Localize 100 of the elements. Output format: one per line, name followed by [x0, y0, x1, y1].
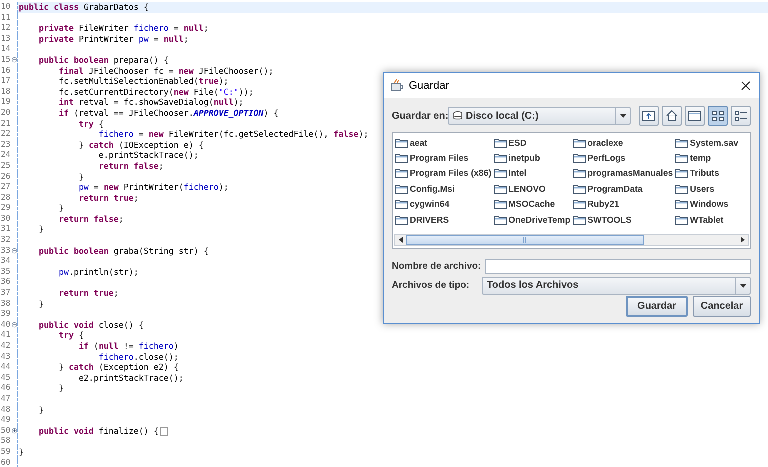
scrollbar-thumb[interactable] — [406, 235, 644, 245]
line-number: 37 — [0, 288, 12, 299]
collapse-icon[interactable] — [12, 322, 17, 328]
details-view-button[interactable] — [731, 106, 751, 126]
folder-name[interactable]: temp — [690, 153, 712, 164]
keyword: private — [38, 34, 74, 44]
folder-name[interactable]: ESD — [508, 138, 527, 148]
line-number: 28 — [0, 192, 12, 204]
keyword: new — [148, 129, 164, 140]
folder-name[interactable]: programasManuales — [588, 168, 674, 178]
line-number: 45 — [0, 372, 12, 384]
folder-name[interactable]: Tributs — [690, 168, 720, 178]
folder-name[interactable]: LENOVO — [508, 184, 546, 194]
line-number: 15 — [0, 54, 12, 66]
line-number: 34 — [0, 256, 12, 267]
folder-name[interactable]: Program Files (x86) — [410, 168, 492, 178]
save-button[interactable]: Guardar — [626, 296, 688, 317]
folded-code-icon[interactable] — [160, 426, 168, 436]
folder-icon — [572, 199, 586, 210]
list-view-button[interactable] — [708, 106, 728, 126]
code-text: e.printStackTrace(); — [98, 150, 199, 160]
close-button[interactable] — [739, 78, 753, 92]
folder-name[interactable]: inetpub — [508, 153, 540, 164]
line-number: 21 — [0, 118, 12, 130]
line-number: 12 — [0, 23, 12, 34]
folder-name[interactable]: Windows — [690, 199, 729, 210]
line-number: 47 — [0, 394, 12, 405]
folder-name[interactable]: Users — [690, 184, 715, 194]
line-number: 49 — [0, 415, 12, 426]
folder-name[interactable]: OneDriveTemp — [508, 214, 571, 225]
folder-name[interactable]: Ruby21 — [588, 199, 620, 210]
folder-name[interactable]: DRIVERS — [410, 214, 450, 225]
line-number: 43 — [0, 352, 12, 362]
folder-icon — [572, 214, 586, 225]
right-arrow-icon[interactable] — [740, 237, 744, 243]
list-view-icon — [710, 108, 726, 124]
folder-icon — [494, 153, 507, 164]
collapse-icon[interactable] — [12, 248, 17, 254]
string-literal: "C:" — [218, 86, 239, 97]
code-text: } — [78, 172, 84, 182]
code-text: } — [38, 298, 44, 309]
code-text: ; — [134, 192, 139, 203]
folder-name[interactable]: cygwin64 — [410, 199, 450, 210]
keyword: null — [98, 341, 119, 351]
line-number: 11 — [0, 12, 12, 24]
keyword: return true — [58, 288, 114, 298]
field-name: pw — [78, 182, 89, 192]
code-text: prepara() { — [112, 54, 169, 65]
keyword: return false — [98, 160, 159, 171]
line-number: 17 — [0, 76, 12, 87]
folder-name[interactable]: MSOCache — [508, 199, 556, 210]
folder-icon — [395, 214, 408, 225]
up-folder-button[interactable] — [639, 106, 659, 126]
code-text: ); — [218, 76, 229, 86]
line-number: 22 — [0, 129, 12, 140]
folder-name[interactable]: Program Files — [410, 153, 469, 164]
folder-name[interactable]: aeat — [410, 138, 428, 148]
keyword: public void — [38, 320, 94, 330]
code-text: close() { — [98, 320, 144, 330]
folder-icon — [494, 199, 507, 210]
expand-icon[interactable] — [12, 428, 17, 434]
line-number: 35 — [0, 266, 12, 278]
code-text: (Exception e2) { — [98, 362, 179, 372]
cancel-button[interactable]: Cancelar — [693, 296, 751, 317]
collapse-icon[interactable] — [12, 57, 17, 64]
horizontal-scrollbar[interactable] — [394, 234, 749, 246]
line-number: 48 — [0, 404, 12, 416]
code-text: = — [172, 23, 180, 34]
keyword: new — [174, 86, 189, 97]
code-text: ; — [204, 23, 209, 34]
code-text: ; — [158, 160, 164, 171]
keyword: int — [58, 97, 74, 108]
folder-name[interactable]: Intel — [508, 168, 527, 178]
folder-name[interactable]: System.sav — [690, 138, 739, 148]
home-button[interactable] — [662, 106, 682, 126]
folder-icon — [395, 199, 408, 210]
code-text: = — [138, 129, 145, 140]
code-text: } — [19, 446, 24, 457]
folder-name[interactable]: WTablet — [690, 214, 724, 225]
folder-name[interactable]: ProgramData — [588, 184, 643, 194]
folder-button[interactable] — [685, 106, 705, 126]
line-number: 14 — [0, 44, 12, 55]
field-name: fichero — [98, 129, 134, 140]
file-type-dropdown[interactable]: Todos los Archivos — [482, 276, 751, 294]
dropdown-value: Todos los Archivos — [487, 280, 579, 291]
folder-name[interactable]: PerfLogs — [588, 153, 626, 164]
code-text: ); — [234, 97, 244, 108]
line-number: 16 — [0, 66, 12, 76]
code-text: .close(); — [134, 352, 179, 362]
line-number: 20 — [0, 108, 12, 119]
folder-name[interactable]: SWTOOLS — [588, 214, 632, 225]
file-name-field[interactable] — [485, 259, 751, 274]
folder-dropdown[interactable]: Disco local (C:) — [448, 107, 631, 125]
left-arrow-icon[interactable] — [398, 237, 402, 243]
line-number: 23 — [0, 140, 12, 150]
line-number: 58 — [0, 436, 12, 447]
folder-name[interactable]: Config.Msi — [410, 184, 455, 194]
keyword: false — [334, 129, 359, 140]
folder-name[interactable]: oraclexe — [588, 138, 624, 148]
line-number: 30 — [0, 214, 12, 224]
